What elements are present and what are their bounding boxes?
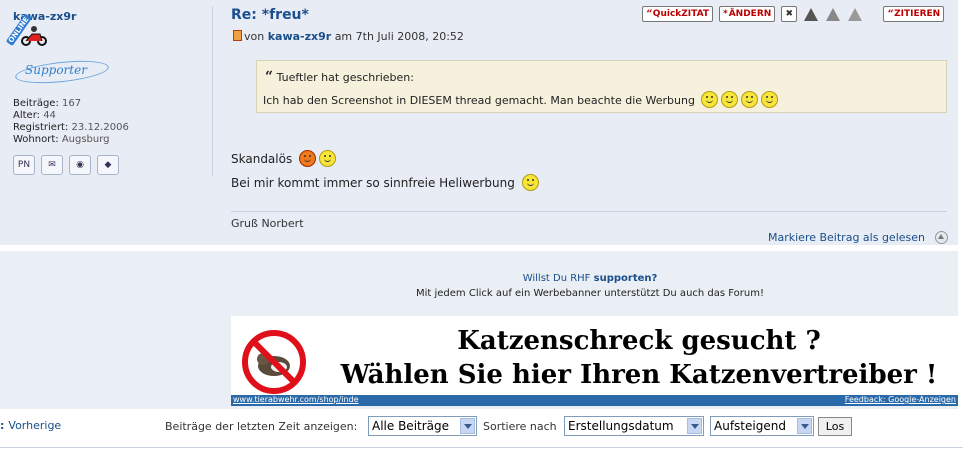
- post-action-bar: “QuickZITAT * ÄNDERN ✖ “ZITIEREN: [642, 6, 945, 22]
- report-icon[interactable]: [803, 7, 819, 22]
- post-panel: kawa-zx9r ONLINE Supporter Beiträge: 167…: [0, 0, 958, 245]
- smile-icon: [701, 91, 719, 108]
- smile-icon: [721, 91, 739, 108]
- stat-location: Wohnort: Augsburg: [13, 134, 110, 145]
- quote-button[interactable]: “ZITIEREN: [883, 6, 945, 22]
- ad-banner[interactable]: Katzenschreck gesucht ? Wählen Sie hier …: [231, 316, 958, 406]
- post-meta: von kawa-zx9r am 7th Juli 2008, 20:52: [233, 30, 464, 43]
- post-body-line: Bei mir kommt immer so sinnfreie Heliwer…: [231, 174, 539, 191]
- post-filter-select[interactable]: Alle Beiträge: [368, 416, 477, 436]
- signature: Gruß Norbert: [231, 217, 304, 230]
- ad-banner-footer: www.tierabwehr.com/shop/inde Feedback: G…: [231, 395, 958, 406]
- sort-label: Sortiere nach: [483, 420, 557, 433]
- homepage-icon[interactable]: ◉: [69, 155, 91, 175]
- angry-icon: [299, 150, 317, 167]
- back-to-top-icon[interactable]: [935, 231, 948, 244]
- contact-icons: PN ✉ ◉ ◆: [13, 155, 119, 175]
- grin-icon: [521, 174, 539, 191]
- chevron-down-icon: [687, 418, 702, 434]
- pm-icon[interactable]: PN: [13, 155, 35, 175]
- quote-header: “ Tueftler hat geschrieben:: [265, 69, 414, 85]
- stat-registered: Registriert: 23.12.2006: [13, 122, 129, 133]
- post-body-line: Skandalös: [231, 150, 337, 167]
- delete-icon[interactable]: ✖: [781, 6, 798, 22]
- smile-icon: [319, 150, 337, 167]
- post-author-link[interactable]: kawa-zx9r: [268, 30, 331, 43]
- messenger-icon[interactable]: ◆: [97, 155, 119, 175]
- edit-button[interactable]: * ÄNDERN: [718, 6, 776, 22]
- post-title[interactable]: Re: *freu*: [231, 7, 309, 23]
- quote-text: Ich hab den Screenshot in DIESEM thread …: [263, 91, 779, 108]
- supporter-rank-logo: Supporter: [14, 57, 115, 87]
- chevron-down-icon: [797, 418, 812, 434]
- email-icon[interactable]: ✉: [41, 155, 63, 175]
- quick-quote-button[interactable]: “QuickZITAT: [642, 6, 713, 22]
- signature-divider: [231, 211, 947, 212]
- support-link[interactable]: supporten?: [594, 273, 658, 284]
- stat-posts: Beiträge: 167: [13, 98, 82, 109]
- help-icon[interactable]: [847, 7, 863, 22]
- support-subtext: Mit jedem Click auf ein Werbebanner unte…: [415, 288, 764, 299]
- author-stats: Beiträge: 167 Alter: 44 Registriert: 23.…: [13, 98, 129, 146]
- bottom-divider: [0, 447, 963, 448]
- filter-label: Beiträge der letzten Zeit anzeigen:: [165, 420, 358, 433]
- no-cat-icon: [242, 330, 306, 394]
- motorcycle-avatar-icon: [21, 26, 47, 46]
- go-button[interactable]: Los: [818, 417, 852, 436]
- quote-block: “ Tueftler hat geschrieben: Ich hab den …: [256, 60, 947, 113]
- stat-age: Alter: 44: [13, 110, 56, 121]
- ad-headline[interactable]: Katzenschreck gesucht ? Wählen Sie hier …: [323, 324, 955, 392]
- sort-field-select[interactable]: Erstellungsdatum: [564, 416, 704, 436]
- chevron-down-icon: [460, 418, 475, 434]
- ad-url-link[interactable]: www.tierabwehr.com/shop/inde: [233, 395, 359, 404]
- mark-read-link[interactable]: Markiere Beitrag als gelesen: [768, 231, 925, 244]
- previous-link[interactable]: : Vorherige: [0, 419, 61, 432]
- ad-feedback-link[interactable]: Feedback: Google-Anzeigen: [845, 395, 956, 404]
- support-prompt: Willst Du RHF supporten?: [522, 273, 658, 284]
- smile-icon: [741, 91, 759, 108]
- author-profile: kawa-zx9r ONLINE Supporter Beiträge: 167…: [0, 0, 210, 245]
- sort-order-select[interactable]: Aufsteigend: [710, 416, 814, 436]
- supporter-rank-text: Supporter: [25, 63, 87, 77]
- column-divider: [212, 6, 213, 176]
- post-document-icon: [233, 30, 242, 41]
- smile-icon: [761, 91, 779, 108]
- warning-icon[interactable]: [825, 7, 841, 22]
